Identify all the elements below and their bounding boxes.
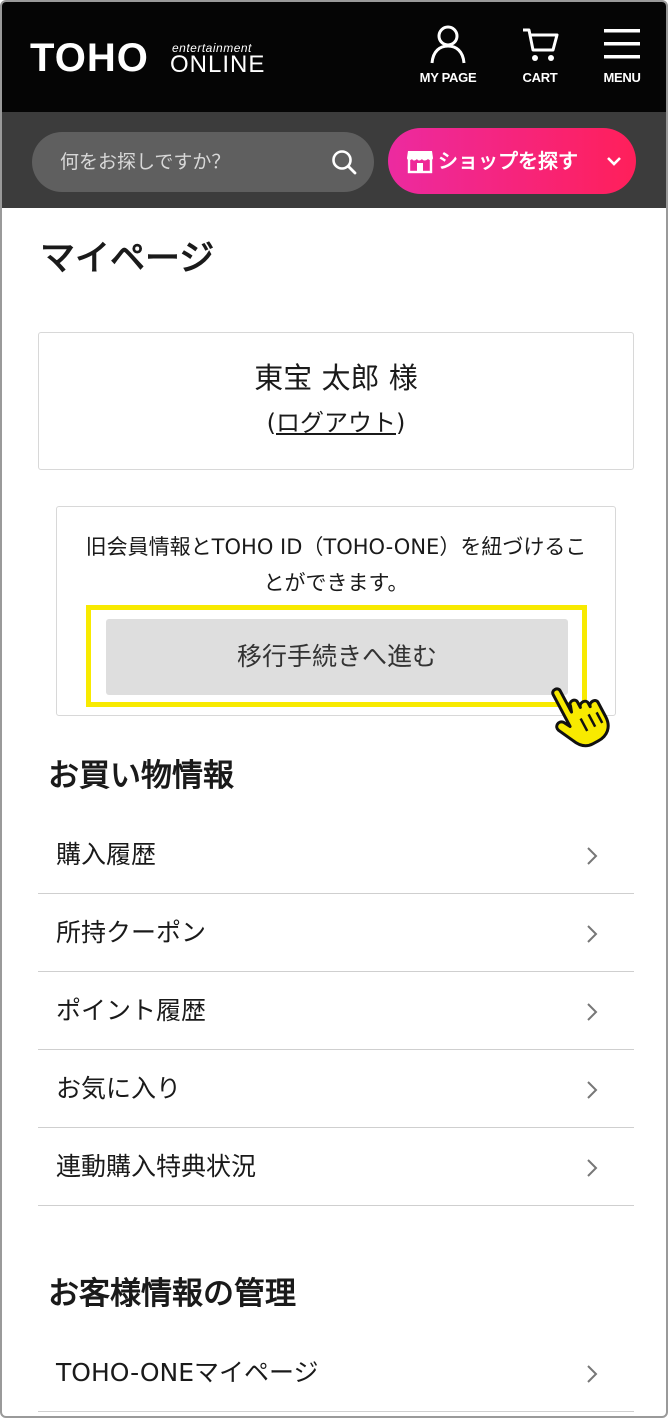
mypage-button[interactable]: MY PAGE	[408, 24, 488, 96]
hamburger-icon	[604, 29, 640, 59]
menu-item-label: 購入履歴	[56, 840, 157, 869]
user-icon	[430, 25, 466, 64]
menu-item-label: TOHO-ONEマイページ	[56, 1358, 319, 1387]
logout-line: (ログアウト)	[39, 405, 633, 441]
chevron-right-icon	[587, 1081, 598, 1099]
user-name: 東宝 太郎 様	[254, 361, 418, 395]
site-logo[interactable]: TOHO entertainment ONLINE	[30, 36, 280, 80]
pointing-hand-icon	[551, 687, 610, 748]
search-input[interactable]	[32, 132, 322, 192]
chevron-right-icon	[587, 847, 598, 865]
menu-item-purchase-bonus[interactable]: 連動購入特典状況	[38, 1128, 634, 1206]
menu-item-point-history[interactable]: ポイント履歴	[38, 972, 634, 1050]
cart-icon	[523, 28, 559, 61]
page-title: マイページ	[40, 239, 215, 279]
logout-paren-close: )	[396, 409, 406, 437]
menu-item-toho-one-mypage[interactable]: TOHO-ONEマイページ	[38, 1334, 634, 1412]
logo-sub-big-text: ONLINE	[170, 51, 266, 78]
migration-text: 旧会員情報とTOHO ID（TOHO-ONE）を紐づけることができます。	[85, 535, 587, 595]
search-bar: ショップを探す	[2, 112, 666, 208]
logout-link[interactable]: ログアウト	[276, 409, 396, 437]
menu-item-coupons[interactable]: 所持クーポン	[38, 894, 634, 972]
chevron-right-icon	[587, 1003, 598, 1021]
find-shop-button[interactable]: ショップを探す	[388, 128, 636, 194]
menu-item-label: お気に入り	[56, 1074, 182, 1103]
search-field	[32, 132, 374, 192]
shopping-info-title: お買い物情報	[48, 758, 234, 794]
menu-item-label: 連動購入特典状況	[56, 1152, 257, 1181]
cart-button[interactable]: CART	[500, 24, 580, 96]
chevron-down-icon	[607, 157, 621, 166]
chevron-right-icon	[587, 1159, 598, 1177]
chevron-right-icon	[587, 1365, 598, 1383]
chevron-right-icon	[587, 925, 598, 943]
find-shop-label: ショップを探す	[438, 149, 578, 173]
menu-item-favorites[interactable]: お気に入り	[38, 1050, 634, 1128]
logo-main-text: TOHO	[30, 36, 149, 80]
logout-paren-open: (	[266, 409, 276, 437]
cart-label: CART	[522, 70, 558, 85]
shop-icon	[407, 151, 433, 174]
customer-info-title: お客様情報の管理	[48, 1276, 296, 1312]
menu-label: MENU	[603, 70, 641, 85]
search-icon[interactable]	[330, 148, 358, 176]
migration-button[interactable]: 移行手続きへ進む	[106, 619, 568, 695]
menu-item-label: ポイント履歴	[56, 996, 207, 1025]
menu-item-label: 所持クーポン	[56, 918, 207, 947]
site-header: TOHO entertainment ONLINE MY PAGE CART M…	[2, 2, 666, 112]
user-card: 東宝 太郎 様 (ログアウト)	[38, 332, 634, 470]
page-frame: TOHO entertainment ONLINE MY PAGE CART M…	[0, 0, 668, 1418]
menu-button[interactable]: MENU	[582, 24, 662, 96]
menu-item-purchase-history[interactable]: 購入履歴	[38, 816, 634, 894]
mypage-label: MY PAGE	[419, 70, 477, 85]
